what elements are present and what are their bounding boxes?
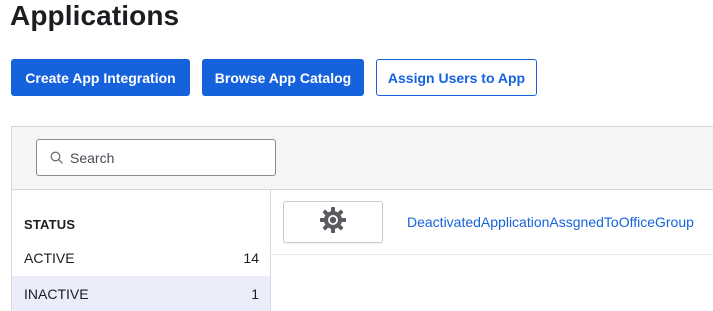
page-title: Applications <box>10 0 180 31</box>
filter-active[interactable]: ACTIVE 14 <box>12 240 270 275</box>
applications-panel: STATUS ACTIVE 14 INACTIVE 1 <box>11 126 713 311</box>
app-icon-button[interactable] <box>283 201 383 243</box>
search-box[interactable] <box>36 139 276 176</box>
filter-inactive-count: 1 <box>251 285 259 302</box>
filter-inactive[interactable]: INACTIVE 1 <box>12 276 270 311</box>
applications-page: Applications Create App Integration Brow… <box>0 0 713 311</box>
search-icon <box>48 150 64 166</box>
panel-header <box>12 127 713 190</box>
filter-active-count: 14 <box>243 249 259 266</box>
browse-app-catalog-button[interactable]: Browse App Catalog <box>202 59 364 96</box>
filter-inactive-label: INACTIVE <box>24 285 89 302</box>
status-heading: STATUS <box>24 217 76 232</box>
assign-users-to-app-button[interactable]: Assign Users to App <box>376 59 537 96</box>
app-row: DeactivatedApplicationAssgnedToOfficeGro… <box>271 190 713 255</box>
search-input[interactable] <box>70 149 270 166</box>
filter-active-label: ACTIVE <box>24 249 75 266</box>
create-app-integration-button[interactable]: Create App Integration <box>11 59 190 96</box>
gear-icon <box>319 206 347 239</box>
app-name-link[interactable]: DeactivatedApplicationAssgnedToOfficeGro… <box>407 214 694 230</box>
